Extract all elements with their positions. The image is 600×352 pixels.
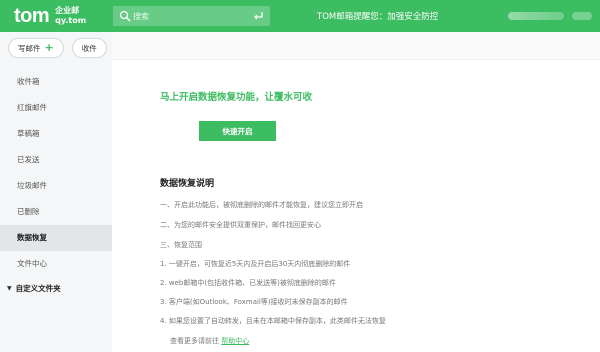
receive-button[interactable]: 收件 (71, 38, 107, 58)
compose-row: 写邮件 + 收件 (8, 38, 107, 58)
security-notice[interactable]: TOM邮箱提醒您：加强安全防控 (317, 10, 438, 22)
sidebar-item-drafts[interactable]: 草稿箱 (0, 121, 112, 147)
search-box[interactable] (113, 6, 270, 26)
search-input[interactable] (133, 8, 243, 24)
compose-label: 写邮件 (18, 43, 41, 53)
sidebar-item-sent[interactable]: 已发送 (0, 147, 112, 173)
info-line-2: 二、为您的邮件安全提供双重保护，邮件找回更安心 (160, 221, 321, 229)
custom-folders-label: 自定义文件夹 (15, 283, 61, 293)
enable-recovery-button[interactable]: 快速开启 (199, 121, 276, 141)
compose-button[interactable]: 写邮件 + (8, 38, 64, 58)
info-line-6: 3. 客户端(如Outlook、Foxmail等)接收时未保存副本的邮件 (160, 298, 348, 306)
info-line-1: 一、开启此功能后，被彻底删除的邮件才能恢复，建议您立即开启 (160, 201, 363, 209)
top-bar: tom 企业邮 qy.tom TOM邮箱提醒您：加强安全防控 (0, 0, 600, 32)
user-menu[interactable] (572, 12, 592, 20)
sidebar-item-spam[interactable]: 垃圾邮件 (0, 173, 112, 199)
plus-icon: + (44, 41, 54, 54)
logo-sub-bottom: qy.tom (55, 16, 87, 25)
triangle-down-icon: ▼ (7, 284, 12, 292)
help-prefix: 查看更多请前往 (170, 337, 219, 345)
main-content: 马上开启数据恢复功能，让覆水可收 快速开启 数据恢复说明 一、开启此功能后，被彻… (112, 32, 600, 352)
search-icon[interactable] (119, 10, 131, 22)
info-line-4: 1. 一键开启，可恢复近5天内及开启后30天内彻底删除的邮件 (160, 260, 351, 268)
logo-sub-top: 企业邮 (55, 6, 80, 15)
sidebar-item-flagged[interactable]: 红旗邮件 (0, 95, 112, 121)
content-header-strip (112, 32, 600, 60)
enter-icon[interactable] (252, 10, 264, 22)
logo-main-text: tom (14, 5, 50, 27)
help-line: 查看更多请前往 帮助中心 (170, 336, 249, 346)
info-line-5: 2. web邮箱中(包括收件箱、已发送等)被彻底删除的邮件 (160, 279, 336, 287)
receive-label: 收件 (81, 43, 97, 53)
user-account-name[interactable] (508, 12, 564, 20)
hero-title: 马上开启数据恢复功能，让覆水可收 (160, 92, 313, 103)
sidebar-item-deleted[interactable]: 已删除 (0, 199, 112, 225)
sidebar-item-inbox[interactable]: 收件箱 (0, 69, 112, 95)
section-title: 数据恢复说明 (160, 179, 215, 189)
sidebar: 写邮件 + 收件 收件箱 红旗邮件 草稿箱 已发送 垃圾邮件 已删除 数据恢复 … (0, 32, 112, 352)
folder-nav: 收件箱 红旗邮件 草稿箱 已发送 垃圾邮件 已删除 数据恢复 文件中心 ▼ 自定… (0, 69, 112, 299)
logo-sub: 企业邮 qy.tom (55, 6, 86, 26)
sidebar-item-file-center[interactable]: 文件中心 (0, 251, 112, 277)
custom-folders-toggle[interactable]: ▼ 自定义文件夹 (0, 277, 112, 299)
info-line-7: 4. 如果您设置了自动转发，且未在本邮箱中保存副本，此类邮件无法恢复 (160, 317, 386, 325)
info-line-3: 三、恢复范围 (160, 241, 202, 249)
help-center-link[interactable]: 帮助中心 (221, 337, 249, 345)
logo[interactable]: tom 企业邮 qy.tom (14, 5, 86, 27)
sidebar-item-data-recovery[interactable]: 数据恢复 (0, 225, 112, 251)
